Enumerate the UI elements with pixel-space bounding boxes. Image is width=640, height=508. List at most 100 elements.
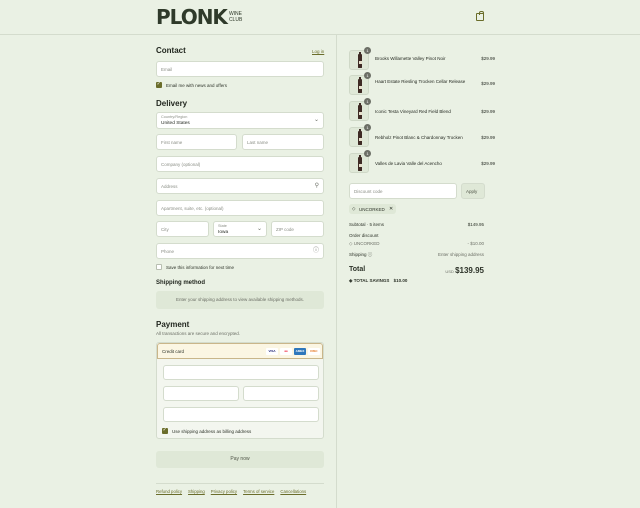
payment-title: Payment [156,320,190,329]
card-expiry-field[interactable] [163,386,239,401]
mastercard-icon: ●● [280,348,292,355]
quantity-badge: 1 [364,124,371,131]
terms-of-service-link[interactable]: Terms of service [243,489,274,494]
email-field[interactable]: Email [156,61,324,77]
shipping-label: Shipping [349,252,367,257]
order-discount-row: Order discount [349,233,484,238]
footer-divider [156,483,324,484]
total-row: Total USD $139.95 [349,266,484,276]
order-discount-label: Order discount [349,233,379,238]
discount-amount: - $10.00 [467,241,484,246]
company-field[interactable]: Company (optional) [156,156,324,172]
applied-discount-tag: ◇ UNCORKED ✕ [349,204,396,214]
apartment-placeholder: Apartment, suite, etc. (optional) [161,206,224,211]
subtotal-row: Subtotal · 5 items $149.95 [349,222,484,227]
footer-links: Refund policy Shipping Privacy policy Te… [156,489,306,494]
company-placeholder: Company (optional) [161,162,201,167]
zip-field[interactable]: ZIP code [271,221,324,237]
first-name-placeholder: First name [161,140,183,145]
save-info-checkbox[interactable] [156,264,162,270]
pay-now-button[interactable]: Pay now [156,451,324,468]
product-price: $29.99 [481,161,495,166]
credit-card-label: Credit card [162,349,185,354]
card-security-field[interactable] [243,386,319,401]
newsletter-checkbox[interactable] [156,81,162,88]
total-amount-wrap: USD $139.95 [445,266,484,275]
refund-policy-link[interactable]: Refund policy [156,489,182,494]
help-icon[interactable]: ⓘ [367,252,373,257]
product-price: $29.99 [481,81,495,86]
contact-title: Contact [156,46,186,55]
shipping-method-message: Enter your shipping address to view avai… [175,297,305,302]
phone-field[interactable]: Phone ⓘ [156,243,324,259]
total-savings-row: ◈ TOTAL SAVINGS $10.00 [349,278,484,284]
phone-placeholder: Phone [161,249,175,254]
email-placeholder: Email [161,67,173,72]
credit-card-option[interactable]: Credit card VISA ●● AMEX DISC [157,343,323,359]
line-item: 1 Haart Estate Riesling Trocken Cellar R… [349,72,495,95]
last-name-placeholder: Last name [247,140,269,145]
discover-icon: DISC [308,348,320,355]
logo-subtitle: WINE CLUB [228,11,243,23]
state-label: State [218,224,227,228]
subtotal-label: Subtotal · 5 items [349,222,385,227]
apartment-field[interactable]: Apartment, suite, etc. (optional) [156,200,324,216]
state-value: Iowa [218,230,229,235]
chevron-down-icon: ⌄ [313,117,319,123]
quantity-badge: 1 [364,150,371,157]
address-field[interactable]: Address ⚲ [156,178,324,194]
tag-icon: ◇ [352,206,356,211]
line-item: 1 Brooks Willamette Valley Pinot Noir $2… [349,47,495,70]
line-item: 1 Valles de Lavia Valle del Acencho $29.… [349,150,495,173]
amex-icon: AMEX [294,348,306,355]
card-name-field[interactable] [163,407,319,422]
logo-wordmark: PLONK [156,5,228,29]
pay-now-label: Pay now [230,456,250,462]
quantity-badge: 1 [364,47,371,54]
product-price: $29.99 [481,109,495,114]
discount-code-field[interactable]: Discount code [349,183,457,199]
line-item: 1 Iconic Testa Vineyard Red Field Blend … [349,98,495,121]
credit-card-panel: Credit card VISA ●● AMEX DISC Use shippi… [156,342,324,439]
applied-code: UNCORKED [359,206,385,212]
product-name: Valles de Lavia Valle del Acencho [375,161,442,166]
country-value: United States [161,121,190,126]
shopping-bag-icon[interactable] [476,11,484,21]
search-icon: ⚲ [314,183,319,189]
discount-code-row: ◇ UNCORKED - $10.00 [349,241,484,247]
first-name-field[interactable]: First name [156,134,237,150]
savings-label: TOTAL SAVINGS [353,278,390,283]
last-name-field[interactable]: Last name [242,134,324,150]
currency-code: USD [445,269,454,274]
remove-discount-icon[interactable]: ✕ [389,206,393,212]
product-price: $29.99 [481,56,495,61]
wine-bottle-icon [358,155,362,171]
payment-subtitle: All transactions are secure and encrypte… [156,331,241,336]
line-item: 1 Rebholz Pinot Blanc & Chardonnay Trock… [349,124,495,147]
subtotal-value: $149.95 [467,222,484,227]
login-link[interactable]: Log in [312,49,324,54]
card-number-field[interactable] [163,365,319,380]
shipping-policy-link[interactable]: Shipping [188,489,205,494]
product-name: Brooks Willamette Valley Pinot Noir [375,56,446,61]
billing-same-checkbox[interactable] [162,427,168,434]
header: PLONK WINE CLUB [0,0,640,35]
privacy-policy-link[interactable]: Privacy policy [211,489,237,494]
product-name: Iconic Testa Vineyard Red Field Blend [375,109,451,114]
shipping-row: Shipping ⓘ Enter shipping address [349,252,484,258]
address-placeholder: Address [161,184,178,189]
cancellations-link[interactable]: Cancellations [280,489,306,494]
plonk-logo[interactable]: PLONK WINE CLUB [156,7,247,27]
help-icon[interactable]: ⓘ [313,248,319,255]
country-select[interactable]: Country/Region United States ⌄ [156,112,324,129]
state-select[interactable]: State Iowa ⌄ [213,221,267,237]
billing-same-label: Use shipping address as billing address [172,429,252,434]
total-amount: $139.95 [455,266,484,275]
zip-placeholder: ZIP code [276,227,294,232]
apply-discount-button[interactable]: Apply [461,183,485,199]
delivery-title: Delivery [156,99,188,108]
quantity-badge: 1 [364,98,371,105]
city-placeholder: City [161,227,169,232]
city-field[interactable]: City [156,221,209,237]
total-label: Total [349,266,366,273]
